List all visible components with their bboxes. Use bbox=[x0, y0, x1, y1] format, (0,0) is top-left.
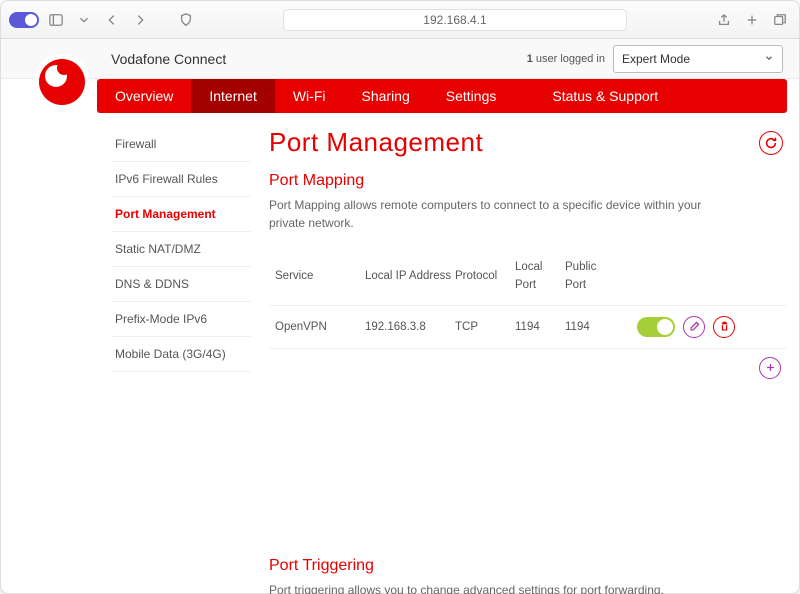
sidebar-item-port-management[interactable]: Port Management bbox=[111, 197, 251, 232]
col-local-port: Local Port bbox=[515, 258, 565, 295]
main-nav: Overview Internet Wi-Fi Sharing Settings… bbox=[97, 79, 787, 113]
sidebar-item-firewall[interactable]: Firewall bbox=[111, 127, 251, 162]
mode-select[interactable]: Expert Mode bbox=[613, 45, 783, 73]
delete-button[interactable] bbox=[713, 316, 735, 338]
col-public-port: Public Port bbox=[565, 258, 615, 295]
cell-local-ip: 192.168.3.8 bbox=[365, 321, 455, 333]
address-bar[interactable]: 192.168.4.1 bbox=[283, 9, 627, 31]
section-heading-mapping: Port Mapping bbox=[269, 172, 787, 190]
tab-sharing[interactable]: Sharing bbox=[344, 79, 428, 113]
add-button[interactable] bbox=[759, 357, 781, 379]
sidebar-item-static-nat[interactable]: Static NAT/DMZ bbox=[111, 232, 251, 267]
cell-service: OpenVPN bbox=[275, 321, 365, 333]
main-content: Port Management Port Mapping Port Mappin… bbox=[251, 127, 787, 594]
brand-logo bbox=[34, 54, 90, 110]
tab-overview[interactable]: Overview bbox=[97, 79, 191, 113]
tabs-icon[interactable] bbox=[769, 9, 791, 31]
shield-icon[interactable] bbox=[175, 9, 197, 31]
browser-toolbar: 192.168.4.1 bbox=[1, 1, 799, 39]
share-icon[interactable] bbox=[713, 9, 735, 31]
edit-button[interactable] bbox=[683, 316, 705, 338]
col-local-ip: Local IP Address bbox=[365, 267, 455, 285]
sidebar-item-mobile-data[interactable]: Mobile Data (3G/4G) bbox=[111, 337, 251, 372]
table-row: OpenVPN 192.168.3.8 TCP 1194 1194 bbox=[269, 306, 787, 349]
section-desc-mapping: Port Mapping allows remote computers to … bbox=[269, 196, 739, 232]
tab-status-support[interactable]: Status & Support bbox=[534, 79, 676, 113]
sidebar-item-prefix-mode[interactable]: Prefix-Mode IPv6 bbox=[111, 302, 251, 337]
sidebar: Firewall IPv6 Firewall Rules Port Manage… bbox=[111, 127, 251, 594]
back-icon[interactable] bbox=[101, 9, 123, 31]
tab-settings[interactable]: Settings bbox=[428, 79, 515, 113]
enable-toggle[interactable] bbox=[637, 317, 675, 337]
users-logged-in: 1 user logged in bbox=[527, 53, 605, 65]
cell-local-port: 1194 bbox=[515, 321, 565, 333]
page-header: Vodafone Connect 1 user logged in Expert… bbox=[1, 39, 799, 79]
cell-public-port: 1194 bbox=[565, 321, 615, 333]
col-protocol: Protocol bbox=[455, 267, 515, 285]
refresh-button[interactable] bbox=[759, 131, 783, 155]
mode-select-value: Expert Mode bbox=[622, 52, 690, 66]
sidebar-toggle-icon[interactable] bbox=[45, 9, 67, 31]
col-service: Service bbox=[275, 267, 365, 285]
forward-icon[interactable] bbox=[129, 9, 151, 31]
window-control-pill[interactable] bbox=[9, 12, 39, 28]
section-desc-triggering: Port triggering allows you to change adv… bbox=[269, 581, 739, 594]
table-header: Service Local IP Address Protocol Local … bbox=[269, 248, 787, 306]
address-text: 192.168.4.1 bbox=[423, 13, 486, 27]
chevron-down-icon bbox=[764, 52, 774, 66]
dropdown-icon[interactable] bbox=[73, 9, 95, 31]
port-mapping-table: Service Local IP Address Protocol Local … bbox=[269, 248, 787, 387]
brand-title: Vodafone Connect bbox=[111, 51, 527, 67]
sidebar-item-ipv6-firewall[interactable]: IPv6 Firewall Rules bbox=[111, 162, 251, 197]
cell-protocol: TCP bbox=[455, 321, 515, 333]
tab-wifi[interactable]: Wi-Fi bbox=[275, 79, 344, 113]
section-heading-triggering: Port Triggering bbox=[269, 557, 787, 575]
sidebar-item-dns-ddns[interactable]: DNS & DDNS bbox=[111, 267, 251, 302]
tab-internet[interactable]: Internet bbox=[191, 79, 274, 113]
page-title: Port Management bbox=[269, 127, 787, 158]
new-tab-icon[interactable] bbox=[741, 9, 763, 31]
